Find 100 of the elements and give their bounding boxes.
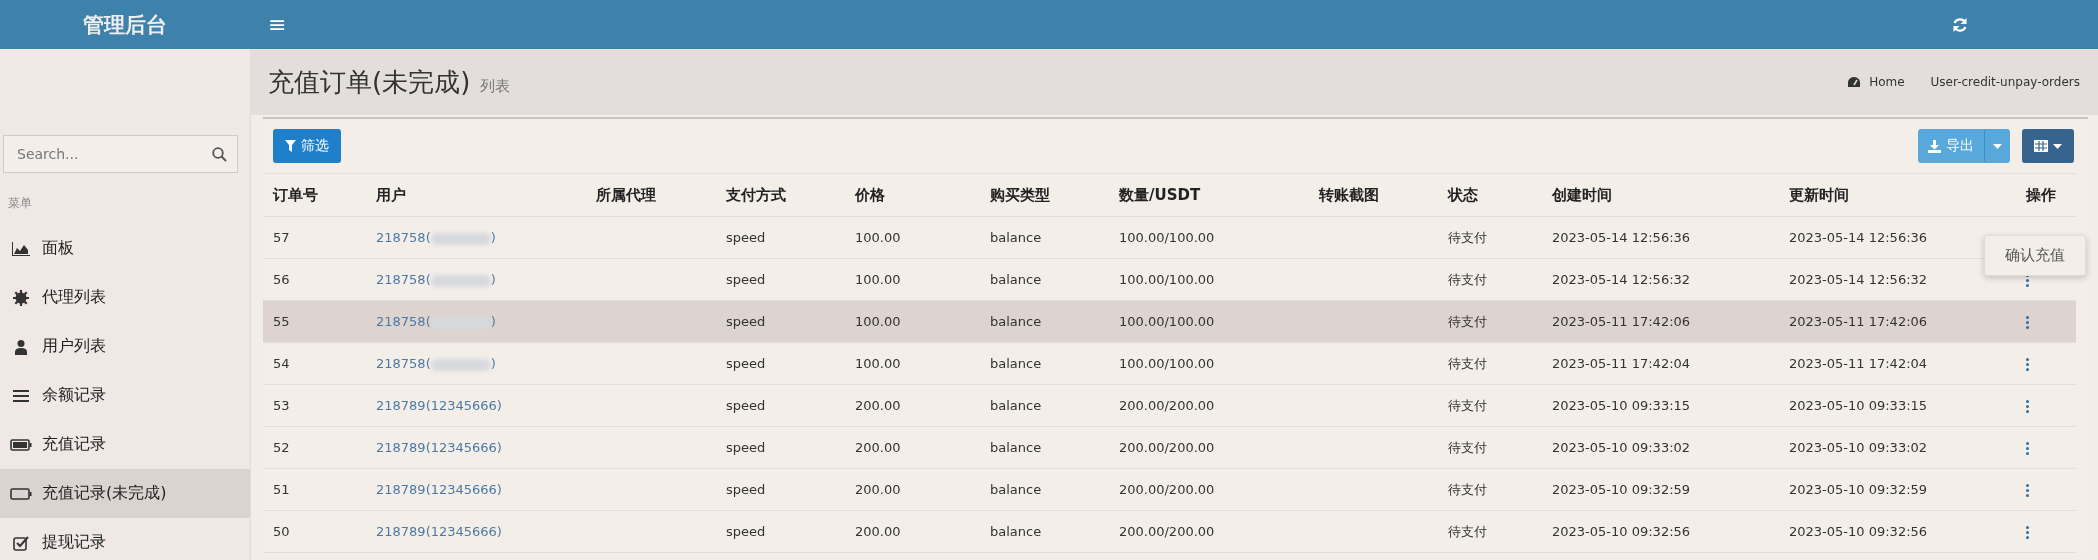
purchase-type: balance: [980, 258, 1109, 301]
menu-section-label: 菜单: [7, 195, 33, 212]
order-id: 55: [263, 300, 366, 343]
refresh-icon[interactable]: [1952, 16, 1968, 33]
purchase-type: balance: [980, 342, 1109, 385]
status: 待支付: [1438, 342, 1542, 385]
column-header: 支付方式: [716, 173, 845, 217]
search-field[interactable]: Search...: [3, 135, 238, 173]
user-link[interactable]: 218789(12345666): [376, 440, 502, 455]
sidebar-item[interactable]: 代理列表: [0, 273, 250, 322]
user-link[interactable]: ): [490, 230, 496, 245]
created-time: 2023-05-14 12:56:32: [1542, 258, 1779, 301]
area-chart-icon: [11, 240, 31, 257]
column-header: 更新时间: [1779, 173, 2016, 217]
purchase-type: balance: [980, 468, 1109, 511]
filter-button[interactable]: 筛选: [273, 129, 341, 163]
table-row[interactable]: 53 218789(12345666) speed 200.00 balance 200.00/200.00 待支付 2023-05-10 09:33:15 2023-05-10 09:33:15: [263, 384, 2076, 427]
payment-method: speed: [716, 300, 845, 343]
payment-method: speed: [716, 510, 845, 553]
user-link[interactable]: 218789(12345666): [376, 482, 502, 497]
created-time: 2023-05-10 09:33:02: [1542, 426, 1779, 469]
sidebar-item[interactable]: 充值记录: [0, 420, 250, 469]
order-id: 52: [263, 426, 366, 469]
battery-empty-icon: [10, 487, 32, 500]
payment-method: speed: [716, 426, 845, 469]
user-icon: [14, 338, 28, 355]
user-link[interactable]: 218758(: [376, 356, 431, 371]
column-header: 价格: [845, 173, 980, 217]
sidebar-item[interactable]: 余额记录: [0, 371, 250, 420]
price: 100.00: [845, 300, 980, 343]
column-header: 订单号: [263, 173, 366, 217]
more-icon[interactable]: [2026, 358, 2029, 371]
column-header: 数量/USDT: [1109, 173, 1309, 217]
updated-time: 2023-05-10 09:33:02: [1779, 426, 2016, 469]
breadcrumb-link[interactable]: Home: [1869, 75, 1905, 89]
more-icon[interactable]: [2026, 526, 2029, 539]
updated-time: 2023-05-10 09:33:15: [1779, 384, 2016, 427]
user-link[interactable]: ): [490, 272, 496, 287]
sidebar-item[interactable]: 提现记录: [0, 518, 250, 560]
column-header: 购买类型: [980, 173, 1109, 217]
table-row[interactable]: 51 218789(12345666) speed 200.00 balance 200.00/200.00 待支付 2023-05-10 09:32:59 2023-05-10 09:32:59: [263, 468, 2076, 511]
quantity: 100.00/100.00: [1109, 216, 1309, 259]
price: 100.00: [845, 342, 980, 385]
more-icon[interactable]: [2026, 400, 2029, 413]
updated-time: 2023-05-11 17:42:04: [1779, 342, 2016, 385]
more-icon[interactable]: [2026, 274, 2029, 287]
column-header: 用户: [366, 173, 586, 217]
status: 待支付: [1438, 258, 1542, 301]
battery-full-icon: [10, 438, 32, 451]
page-title: 充值订单(未完成): [268, 65, 471, 99]
page-subtitle: 列表: [480, 76, 511, 96]
table-row[interactable]: 54 218758( ) speed 100.00 balance 100.00/100.00 待支付 2023-05-11 17:42:04 2023-05-11 17:42:04: [263, 342, 2076, 385]
grid-icon: [2034, 140, 2048, 152]
created-time: 2023-05-14 12:56:36: [1542, 216, 1779, 259]
table-row[interactable]: 52 218789(12345666) speed 200.00 balance 200.00/200.00 待支付 2023-05-10 09:33:02 2023-05-10 09:33:02: [263, 426, 2076, 469]
breadcrumb-link[interactable]: User-credit-unpay-orders: [1930, 75, 2080, 89]
user-link[interactable]: 218758(: [376, 272, 431, 287]
quantity: 100.00/100.00: [1109, 258, 1309, 301]
sidebar-item[interactable]: 用户列表: [0, 322, 250, 371]
quantity: 100.00/100.00: [1109, 342, 1309, 385]
payment-method: speed: [716, 342, 845, 385]
user-link[interactable]: ): [490, 356, 496, 371]
filter-icon: [285, 140, 296, 152]
updated-time: 2023-05-10 09:32:56: [1779, 510, 2016, 553]
created-time: 2023-05-10 09:32:56: [1542, 510, 1779, 553]
order-id: 57: [263, 216, 366, 259]
blurred-text: [430, 232, 491, 245]
table-row[interactable]: 55 218758( ) speed 100.00 balance 100.00/100.00 待支付 2023-05-11 17:42:06 2023-05-11 17:42:06: [263, 300, 2076, 343]
more-icon[interactable]: [2026, 442, 2029, 455]
user-link[interactable]: 218758(: [376, 230, 431, 245]
price: 200.00: [845, 426, 980, 469]
status: 待支付: [1438, 384, 1542, 427]
status: 待支付: [1438, 300, 1542, 343]
quantity: 200.00/200.00: [1109, 510, 1309, 553]
user-link[interactable]: 218789(12345666): [376, 398, 502, 413]
more-icon[interactable]: [2026, 316, 2029, 329]
payment-method: speed: [716, 216, 845, 259]
price: 200.00: [845, 510, 980, 553]
quantity: 200.00/200.00: [1109, 468, 1309, 511]
sidebar-item[interactable]: 面板: [0, 224, 250, 273]
caret-icon: [2053, 143, 2062, 149]
column-header: 创建时间: [1542, 173, 1779, 217]
purchase-type: balance: [980, 300, 1109, 343]
more-icon[interactable]: [2026, 484, 2029, 497]
payment-method: speed: [716, 258, 845, 301]
user-link[interactable]: 218789(12345666): [376, 524, 502, 539]
created-time: 2023-05-10 09:33:15: [1542, 384, 1779, 427]
purchase-type: balance: [980, 384, 1109, 427]
status: 待支付: [1438, 426, 1542, 469]
logo-text: 管理后台: [82, 11, 168, 39]
payment-method: speed: [716, 468, 845, 511]
menu-button[interactable]: ≡: [254, 12, 301, 37]
sidebar-item[interactable]: 充值记录(未完成): [0, 469, 250, 518]
quantity: 200.00/200.00: [1109, 384, 1309, 427]
table-row[interactable]: 50 218789(12345666) speed 200.00 balance 200.00/200.00 待支付 2023-05-10 09:32:56 2023-05-10 09:32:56: [263, 510, 2076, 553]
purchase-type: balance: [980, 510, 1109, 553]
search-icon: [212, 147, 227, 162]
price: 200.00: [845, 384, 980, 427]
created-time: 2023-05-10 09:32:59: [1542, 468, 1779, 511]
columns-button[interactable]: [2022, 129, 2074, 163]
